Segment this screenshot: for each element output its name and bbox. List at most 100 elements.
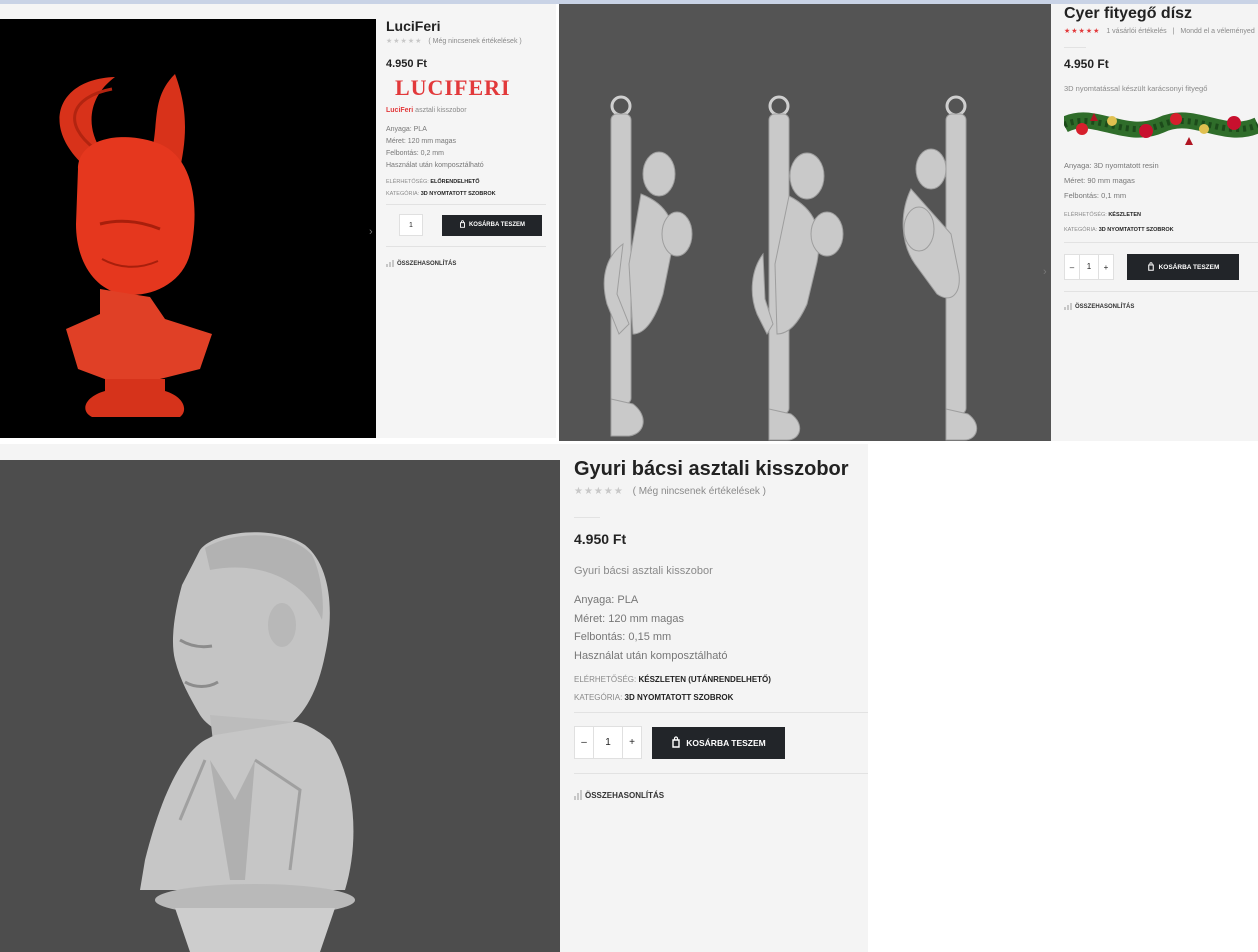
compare-label: Összehasonlítás [1075,303,1135,310]
spec-compost: Használat után komposztálható [574,649,728,662]
product-description: LuciFeri asztali kisszobor [386,107,546,114]
shopping-bag-icon [1147,261,1155,273]
quantity-stepper[interactable]: – 1 + [1064,254,1114,280]
product-title[interactable]: Cyer fityegő dísz [1064,5,1258,23]
product-panel-luciferi: › LuciFeri ★★★★★ ( Még nincsenek értékel… [0,4,556,438]
rating-row: ★★★★★ 1 vásárlói értékelés | Mondd el a … [1064,27,1258,35]
divider [574,712,868,713]
add-to-cart-button[interactable]: Kosárba teszem [442,214,542,236]
compare-link[interactable]: Összehasonlítás [1064,303,1258,310]
compare-link[interactable]: Összehasonlítás [386,260,546,267]
divider [1064,242,1258,243]
decrease-quantity-button[interactable]: – [1065,263,1079,272]
reviews-link[interactable]: ( Még nincsenek értékelések ) [633,486,766,497]
category-label: Kategória: [574,693,623,702]
chevron-right-icon[interactable]: › [1043,266,1047,278]
spec-resolution: Felbontás: 0,2 mm [386,150,444,157]
quantity-value: 1 [409,221,413,229]
product-title[interactable]: Gyuri bácsi asztali kisszobor [574,458,868,481]
bar-chart-icon [386,260,394,267]
product-panel-cyer: › Cyer fityegő dísz ★★★★★ 1 vásárlói ért… [559,4,1258,441]
bar-chart-icon [1064,303,1072,310]
add-to-cart-button[interactable]: Kosárba teszem [1127,254,1239,280]
spec-compost: Használat után komposztálható [386,162,484,169]
rating-separator: | [1172,28,1175,35]
spec-material: Anyaga: 3D nyomtatott resin [1064,161,1159,170]
compare-link[interactable]: Összehasonlítás [574,790,868,800]
spec-resolution: Felbontás: 0,1 mm [1064,191,1127,200]
divider [386,204,546,205]
rating-stars: ★★★★★ [1064,28,1101,35]
increase-quantity-button[interactable]: + [1099,263,1113,272]
short-divider [1064,47,1086,48]
availability-value: Készleten (Utánrendelhető) [638,675,771,684]
availability-value: Készleten [1108,212,1142,218]
product-image-luciferi[interactable] [0,19,376,438]
category-link[interactable]: 3D nyomtatott szobrok [1099,227,1174,233]
chevron-right-icon[interactable]: › [369,226,373,238]
spec-list: Anyaga: 3D nyomtatott resin Méret: 90 mm… [1064,158,1258,203]
category-row: Kategória: 3D nyomtatott szobrok [574,693,868,702]
add-to-cart-row: – 1 + Kosárba teszem [1064,254,1258,280]
decrease-quantity-button[interactable]: – [575,737,593,748]
availability-row: Elérhetőség: Készleten [1064,212,1258,218]
spec-size: Méret: 120 mm magas [386,138,457,145]
spec-material: Anyaga: PLA [386,126,427,133]
red-devil-bust-image [59,74,212,417]
pole-ornament-figures-image [603,95,978,441]
availability-value: Előrendelhető [430,179,480,185]
category-link[interactable]: 3D nyomtatott szobrok [625,693,734,702]
spec-resolution: Felbontás: 0,15 mm [574,631,672,643]
spec-size: Méret: 120 mm magas [574,612,685,625]
add-to-cart-button[interactable]: Kosárba teszem [652,726,785,759]
product-panel-gyuri: Gyuri bácsi asztali kisszobor ★★★★★ ( Mé… [0,444,868,952]
quantity-stepper[interactable]: – 1 + [574,726,642,759]
divider [574,773,868,774]
divider [386,246,546,247]
compare-label: Összehasonlítás [585,790,665,800]
product-title[interactable]: LuciFeri [386,18,546,34]
description-highlight: LuciFeri [386,107,414,114]
availability-label: Elérhetőség: [1064,212,1107,218]
add-to-cart-label: Kosárba teszem [686,737,766,748]
category-row: Kategória: 3D nyomtatott szobrok [1064,227,1258,233]
rating-stars: ★★★★★ [574,486,624,497]
spec-list: Anyaga: PLA Méret: 120 mm magas Felbontá… [574,591,868,665]
product-image-gyuri[interactable] [0,460,560,952]
availability-row: Elérhetőség: Előrendelhető [386,179,546,185]
add-to-cart-label: Kosárba teszem [468,222,526,228]
shopping-bag-icon [459,220,466,230]
product-price: 4.950 Ft [1064,57,1109,71]
add-to-cart-label: Kosárba teszem [1158,263,1220,271]
category-link[interactable]: 3D nyomtatott szobrok [421,191,496,197]
availability-label: Elérhetőség: [574,675,637,684]
rating-row: ★★★★★ ( Még nincsenek értékelések ) [386,37,546,45]
product-image-cyer[interactable] [559,4,1051,441]
christmas-garland-image [1060,99,1258,151]
increase-quantity-button[interactable]: + [623,737,641,748]
availability-row: Elérhetőség: Készleten (Utánrendelhető) [574,675,868,684]
spec-material: Anyaga: PLA [574,594,639,606]
quantity-value[interactable]: 1 [1079,255,1099,279]
product-info-gyuri: Gyuri bácsi asztali kisszobor ★★★★★ ( Mé… [574,458,868,800]
reviews-link[interactable]: 1 vásárlói értékelés [1106,28,1166,35]
luciferi-banner: LUCIFERI [395,75,511,100]
product-price: 4.950 Ft [386,58,427,70]
reviews-link[interactable]: ( Még nincsenek értékelések ) [428,38,521,45]
quantity-value[interactable]: 1 [593,727,623,758]
bar-chart-icon [574,790,582,800]
add-to-cart-row: 1 Kosárba teszem [386,214,546,236]
product-description: 3D nyomtatással készült karácsonyi fitye… [1064,84,1208,93]
category-label: Kategória: [386,191,420,197]
write-review-link[interactable]: Mondd el a véleményed [1180,28,1254,35]
product-info-luciferi: LuciFeri ★★★★★ ( Még nincsenek értékelés… [386,18,546,267]
category-row: Kategória: 3D nyomtatott szobrok [386,191,546,197]
rating-stars: ★★★★★ [386,38,423,45]
compare-label: Összehasonlítás [397,260,457,267]
add-to-cart-row: – 1 + Kosárba teszem [574,726,868,759]
quantity-input[interactable]: 1 [399,214,423,236]
rating-row: ★★★★★ ( Még nincsenek értékelések ) [574,486,868,497]
product-info-cyer: Cyer fityegő dísz ★★★★★ 1 vásárlói érték… [1060,4,1258,310]
description-rest: asztali kisszobor [413,107,467,114]
spec-size: Méret: 90 mm magas [1064,176,1135,185]
